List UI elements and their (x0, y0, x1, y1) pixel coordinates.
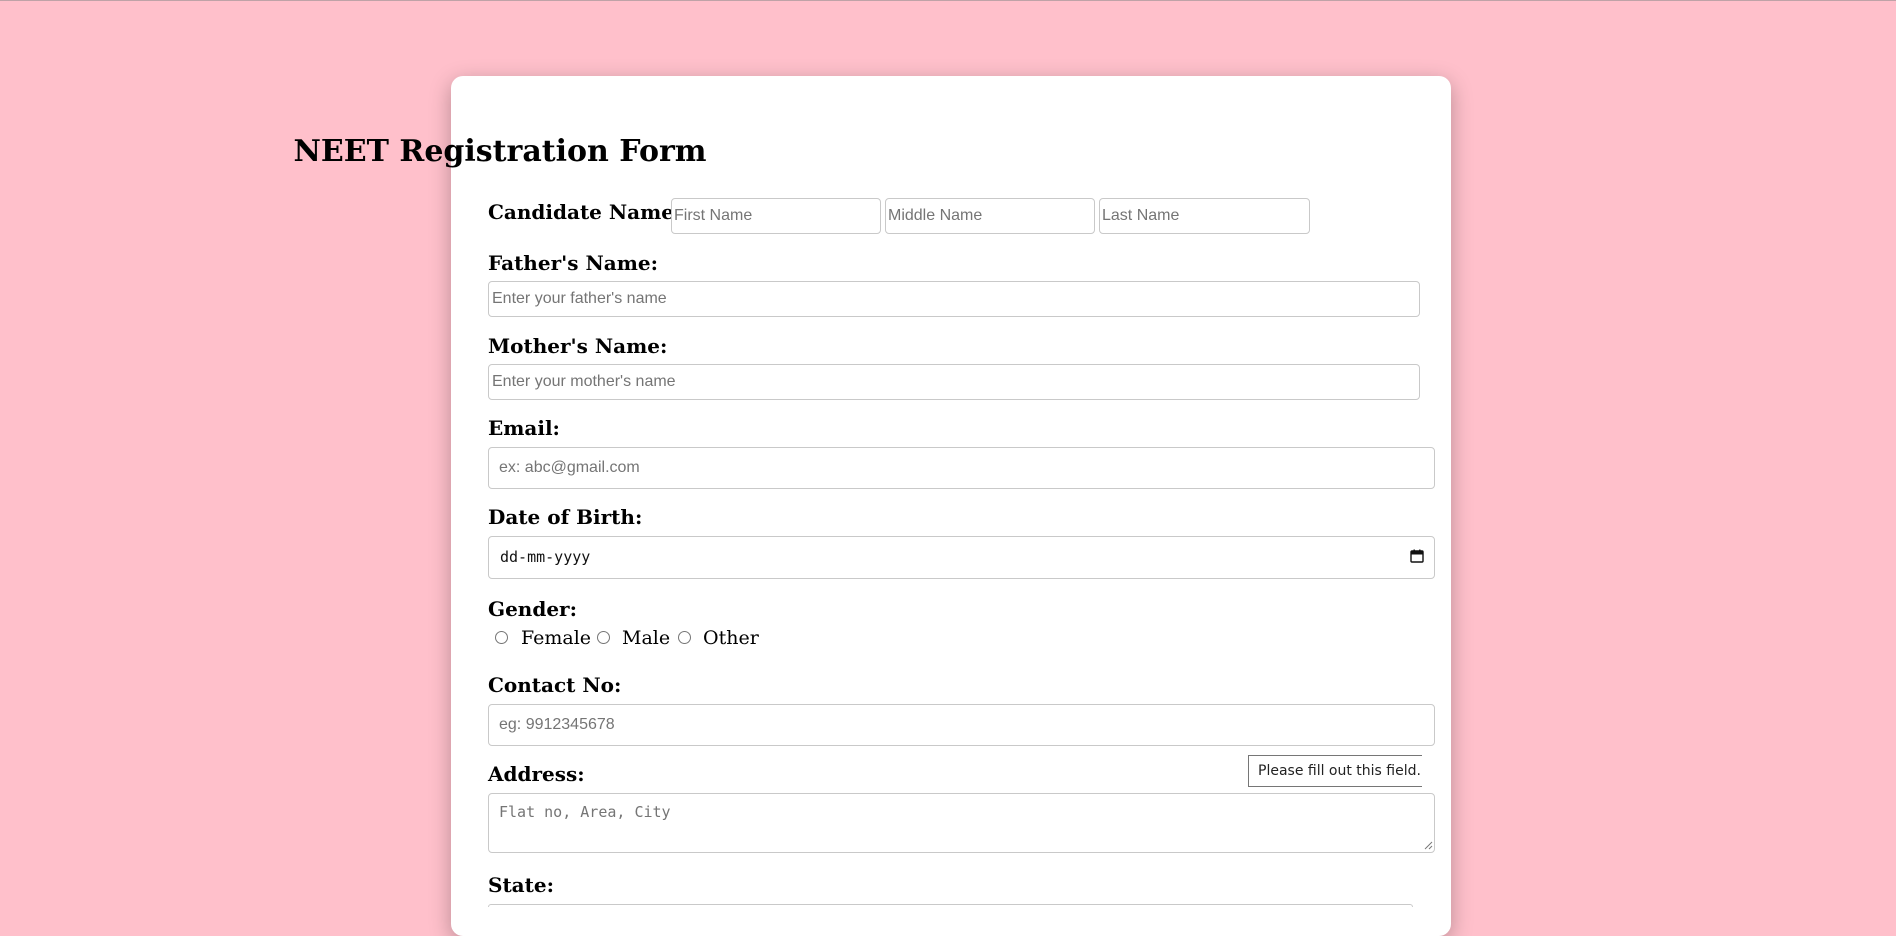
dob-value: dd-mm-yyyy (500, 548, 591, 566)
father-name-label: Father's Name: (488, 251, 658, 275)
calendar-icon[interactable] (1410, 549, 1424, 563)
address-textarea[interactable] (488, 793, 1435, 853)
last-name-input[interactable] (1099, 198, 1310, 234)
state-label: State: (488, 873, 554, 897)
validation-tooltip: Please fill out this field. (1248, 755, 1422, 787)
email-input[interactable] (488, 447, 1435, 489)
gender-other-radio[interactable] (678, 631, 691, 644)
dob-label: Date of Birth: (488, 505, 643, 529)
gender-female-label[interactable]: Female (521, 627, 591, 649)
contact-input[interactable] (488, 704, 1435, 746)
address-label: Address: (488, 762, 585, 786)
father-name-input[interactable] (488, 281, 1420, 317)
first-name-input[interactable] (671, 198, 881, 234)
mother-name-input[interactable] (488, 364, 1420, 400)
dob-input[interactable]: dd-mm-yyyy (488, 536, 1435, 579)
resize-grip-icon[interactable] (1423, 840, 1433, 850)
middle-name-input[interactable] (885, 198, 1095, 234)
candidate-name-label: Candidate Name: (488, 200, 682, 224)
gender-label: Gender: (488, 597, 577, 621)
form-title: NEET Registration Form (293, 134, 707, 169)
gender-female-radio[interactable] (495, 631, 508, 644)
contact-label: Contact No: (488, 673, 622, 697)
email-label: Email: (488, 416, 560, 440)
gender-other-label[interactable]: Other (703, 627, 759, 649)
gender-male-label[interactable]: Male (622, 627, 670, 649)
gender-male-radio[interactable] (597, 631, 610, 644)
mother-name-label: Mother's Name: (488, 334, 668, 358)
top-border-line (0, 0, 1896, 1)
